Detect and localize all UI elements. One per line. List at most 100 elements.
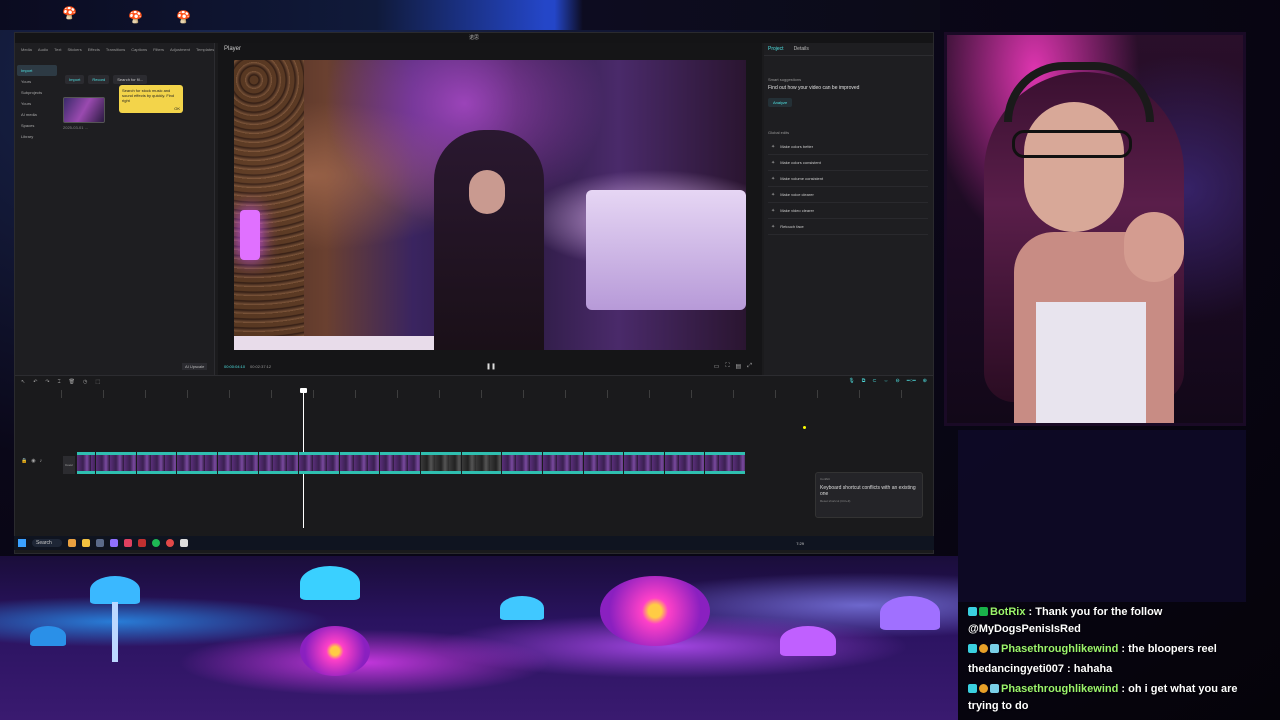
tooltip-ok-button[interactable]: OK: [174, 106, 180, 111]
video-clip[interactable]: [502, 452, 542, 474]
player-label: Player: [224, 46, 242, 52]
fullscreen-icon[interactable]: ⛶: [725, 363, 729, 370]
preview-axis-icon[interactable]: ⇔: [884, 378, 889, 384]
video-clip[interactable]: [583, 452, 624, 474]
global-edit-item[interactable]: ✦ Make colors better: [768, 139, 928, 155]
global-edit-item[interactable]: ✦ Make video clearer: [768, 203, 928, 219]
global-edit-item[interactable]: ✦ Make voice clearer: [768, 187, 928, 203]
global-edit-item[interactable]: ✦ Make volume consistent: [768, 171, 928, 187]
timeline-ruler[interactable]: [61, 390, 933, 398]
toast-detail[interactable]: Reset shortcut (Ctrl+Z): [820, 499, 918, 503]
media-nav-item[interactable]: Yours: [17, 98, 57, 109]
taskbar-search[interactable]: Search: [32, 539, 62, 547]
app-icon[interactable]: [67, 539, 76, 547]
ratio-icon[interactable]: ▭: [714, 363, 720, 370]
app-icon[interactable]: [165, 539, 174, 547]
app-icon[interactable]: [95, 539, 104, 547]
folder-icon[interactable]: [81, 539, 90, 547]
expand-icon[interactable]: ⤢: [747, 363, 752, 370]
media-nav-item[interactable]: AI media: [17, 109, 57, 120]
app-icon[interactable]: [123, 539, 132, 547]
tab-project[interactable]: Project: [768, 46, 784, 52]
zoom-out-icon[interactable]: ⊖: [896, 378, 900, 384]
preview-bed: [586, 190, 746, 310]
redo-icon[interactable]: ↷: [45, 379, 49, 385]
media-toolbar-tab[interactable]: Transitions: [106, 47, 125, 52]
webcam-frame: [944, 32, 1246, 426]
media-toolbar-tab[interactable]: Filters: [153, 47, 164, 52]
editor-app-icon[interactable]: [179, 539, 188, 547]
pause-icon[interactable]: ❚❚: [486, 363, 496, 370]
video-clip[interactable]: [624, 452, 664, 474]
video-editor-window: 诺思 Media Audio Text Stickers Effects Transiti…: [14, 32, 934, 554]
media-nav-item[interactable]: Yours: [17, 76, 57, 87]
app-icon[interactable]: [137, 539, 146, 547]
select-icon[interactable]: ↖: [21, 379, 25, 385]
audio-icon[interactable]: ♪: [40, 458, 43, 464]
analyze-button[interactable]: Analyze: [768, 98, 793, 107]
freeze-icon[interactable]: ◷: [83, 379, 87, 385]
toast-message: Keyboard shortcut conflicts with an exis…: [820, 485, 916, 497]
media-nav-item[interactable]: Import: [17, 65, 57, 76]
mic-icon[interactable]: 🎙: [848, 378, 854, 384]
video-clip[interactable]: [664, 452, 705, 474]
lock-icon[interactable]: 🔒: [21, 458, 27, 464]
video-clip[interactable]: [705, 452, 745, 474]
chat-username[interactable]: thedancingyeti007: [968, 663, 1064, 675]
crop-icon[interactable]: ⬚: [95, 379, 100, 385]
video-clip[interactable]: [380, 452, 420, 474]
global-edit-item[interactable]: ✦ Make colors consistent: [768, 155, 928, 171]
undo-icon[interactable]: ↶: [33, 379, 37, 385]
wand-icon: ✦: [771, 223, 776, 230]
ai-upscale-button[interactable]: AI Upscale: [182, 363, 208, 370]
eye-icon[interactable]: ◉: [31, 458, 35, 464]
video-clip[interactable]: [339, 452, 380, 474]
mushroom-icon: 🍄: [62, 6, 77, 20]
chat-message: Phasethroughlikewind : oh i get what you…: [968, 681, 1248, 715]
media-toolbar-tab[interactable]: Stickers: [67, 47, 81, 52]
global-edit-item[interactable]: ✦ Retouch face: [768, 219, 928, 235]
app-icon[interactable]: [109, 539, 118, 547]
settings-icon[interactable]: ▤: [736, 363, 742, 370]
delete-icon[interactable]: 🗑: [69, 379, 75, 385]
media-clip-thumbnail[interactable]: [63, 97, 105, 123]
media-tab[interactable]: Record: [88, 75, 110, 84]
media-tab[interactable]: Search for fil...: [113, 75, 148, 84]
media-toolbar-tab[interactable]: Templates: [196, 47, 214, 52]
media-toolbar-tab[interactable]: Media: [21, 47, 32, 52]
split-icon[interactable]: ⌶: [58, 379, 61, 385]
media-tab[interactable]: Import: [65, 75, 85, 84]
video-clip[interactable]: [177, 452, 217, 474]
media-toolbar-tab[interactable]: Adjustment: [170, 47, 190, 52]
media-nav-item[interactable]: Spaces: [17, 120, 57, 131]
cover-button[interactable]: Cover: [63, 456, 75, 474]
media-toolbar-tab[interactable]: Text: [54, 47, 61, 52]
zoom-slider[interactable]: ━○━: [907, 378, 916, 384]
chat-username[interactable]: BotRix: [990, 606, 1025, 618]
video-clip[interactable]: [461, 452, 502, 474]
magnet-icon[interactable]: ⊂: [872, 378, 876, 384]
link-icon[interactable]: ⧉: [862, 378, 866, 384]
media-nav-item[interactable]: Library: [17, 131, 57, 142]
media-toolbar-tab[interactable]: Audio: [38, 47, 48, 52]
video-clip[interactable]: [136, 452, 177, 474]
video-preview[interactable]: [234, 60, 746, 350]
chat-username[interactable]: Phasethroughlikewind: [1001, 643, 1118, 655]
video-clip[interactable]: [77, 452, 95, 474]
video-clip[interactable]: [258, 452, 299, 474]
media-toolbar-tab[interactable]: Captions: [131, 47, 147, 52]
spotify-icon[interactable]: [151, 539, 160, 547]
media-toolbar-tab[interactable]: Effects: [88, 47, 100, 52]
video-clip[interactable]: [96, 452, 136, 474]
windows-start-icon[interactable]: [18, 539, 26, 547]
media-nav-item[interactable]: Subprojects: [17, 87, 57, 98]
video-clip[interactable]: [421, 452, 461, 474]
video-clip[interactable]: [217, 452, 258, 474]
tab-details[interactable]: Details: [794, 46, 809, 52]
mushroom-decoration: [880, 596, 940, 630]
video-clip[interactable]: [542, 452, 583, 474]
video-clip[interactable]: [299, 452, 339, 474]
shortcut-conflict-toast: Conflict Keyboard shortcut conflicts wit…: [815, 472, 923, 518]
chat-username[interactable]: Phasethroughlikewind: [1001, 683, 1118, 695]
zoom-in-icon[interactable]: ⊕: [923, 378, 927, 384]
